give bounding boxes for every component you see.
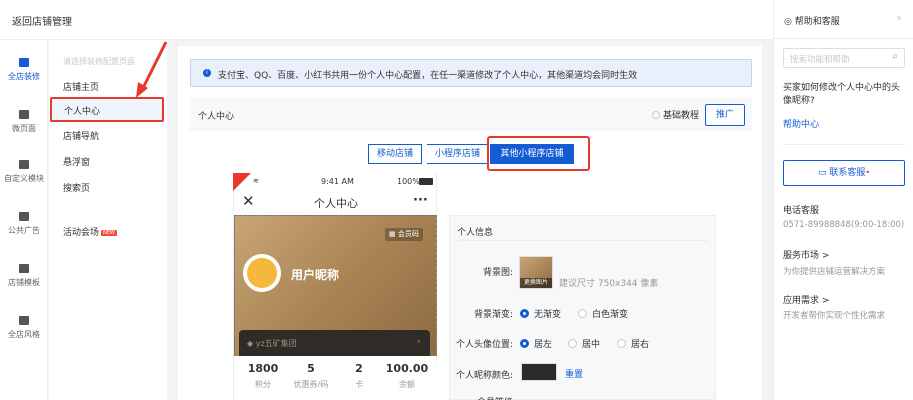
battery-icon xyxy=(419,178,433,185)
phone-page-title: 个人中心 xyxy=(314,197,358,210)
bg-label: 背景图: xyxy=(482,268,513,278)
help-divider xyxy=(783,144,905,145)
tab-mobile-store[interactable]: 移动店铺 xyxy=(368,144,422,164)
service-market-desc: 为你提供店铺运营解决方案 xyxy=(783,267,886,277)
card-name: ◆ yz五矿集团 xyxy=(247,339,297,348)
change-image-button[interactable]: 更换图片 xyxy=(520,278,552,288)
nav-custom-module[interactable]: 自定义模块 xyxy=(0,160,48,184)
top-bar: 返回店铺管理 xyxy=(0,0,773,40)
help-panel-title: ◎ 帮助和客服 xyxy=(784,17,840,27)
nickname: 用户昵称 xyxy=(291,268,340,282)
qr-icon: ▦ xyxy=(389,230,396,238)
info-icon: i xyxy=(203,69,211,77)
phone-service-label: 电话客服 xyxy=(783,206,820,216)
contact-service-button[interactable]: ▭ 联系客服• xyxy=(783,160,905,186)
back-to-shop-link[interactable]: 返回店铺管理 xyxy=(12,13,72,28)
panel-divider xyxy=(458,240,708,241)
phone-service-number: 0571-89988848(9:00-18:00) xyxy=(783,220,905,230)
stat-points[interactable]: 1800 积分 xyxy=(238,362,288,390)
app-demand-link[interactable]: 应用需求 > xyxy=(783,293,829,306)
more-icon[interactable]: ··· xyxy=(413,193,428,208)
tutorial-link[interactable]: 基础教程 xyxy=(652,108,699,121)
page-icon xyxy=(19,110,29,119)
section-title: 个人中心 xyxy=(198,112,235,122)
new-badge: NEW xyxy=(101,229,117,236)
notification-dot: • xyxy=(865,168,871,177)
avatar xyxy=(243,254,281,292)
tab-highlight xyxy=(487,136,590,171)
template-icon xyxy=(19,264,29,273)
reset-link[interactable]: 重置 xyxy=(565,367,583,380)
bg-size-hint: 建议尺寸 750x344 像素 xyxy=(559,279,659,289)
service-market-link[interactable]: 服务市场 > xyxy=(783,248,829,261)
nav-shop-template[interactable]: 店铺模板 xyxy=(0,264,48,288)
help-divider-top xyxy=(773,38,913,39)
avatar-right-radio[interactable]: 居右 xyxy=(617,337,649,350)
status-time: 9:41 AM xyxy=(321,177,354,186)
sub-item-float-window[interactable]: 悬浮窗 xyxy=(63,155,90,168)
nav-micro-page[interactable]: 微页面 xyxy=(0,110,48,134)
sub-nav-hint: 请选择装修配置页面 xyxy=(63,57,135,66)
nav-shop-style[interactable]: 全店风格 xyxy=(0,316,48,340)
tab-miniprogram-store[interactable]: 小程序店铺 xyxy=(427,144,489,164)
avatar-position-label: 个人头像位置: xyxy=(455,340,513,350)
diamond-icon: ◆ xyxy=(247,339,254,348)
annotation-arrow-left xyxy=(136,41,168,98)
nickname-color-label: 个人昵称颜色: xyxy=(455,371,513,381)
gradient-white-radio[interactable]: 白色渐变 xyxy=(578,307,628,320)
gradient-none-radio[interactable]: 无渐变 xyxy=(520,307,561,320)
nav-store-decoration[interactable]: 全店装修 xyxy=(0,58,48,82)
chat-icon: ▭ xyxy=(817,168,827,178)
sub-item-search[interactable]: 搜索页 xyxy=(63,181,90,194)
help-center-link[interactable]: 帮助中心 xyxy=(783,117,819,130)
close-icon[interactable]: ✕ xyxy=(242,193,255,209)
nickname-color-picker[interactable] xyxy=(521,363,557,381)
sub-item-shop-nav[interactable]: 店铺导航 xyxy=(63,129,99,142)
member-code-badge[interactable]: ▦ 会员码 xyxy=(385,228,423,241)
avatar-left-radio[interactable]: 居左 xyxy=(520,337,552,350)
search-icon[interactable]: ⌕ xyxy=(892,51,898,62)
sub-item-event-venue[interactable]: 活动会场 NEW xyxy=(63,225,117,238)
location-pin-icon: ◎ xyxy=(784,17,792,27)
ad-icon xyxy=(19,212,29,221)
brush-icon xyxy=(19,58,29,67)
gradient-label: 背景渐变: xyxy=(473,310,513,320)
avatar-center-radio[interactable]: 居中 xyxy=(568,337,600,350)
help-search[interactable]: 搜索功能和帮助 ⌕ xyxy=(783,48,905,68)
module-icon xyxy=(19,160,29,169)
stats-row: 1800 积分 5 优惠券/码 2卡 100.00 余额 xyxy=(234,362,437,400)
collapse-icon[interactable]: » xyxy=(896,13,902,24)
battery-text: 100% xyxy=(397,177,420,186)
shirt-icon xyxy=(19,316,29,325)
member-level-label: 会员等级 xyxy=(443,395,513,400)
bg-image-thumb[interactable]: 更换图片 xyxy=(519,256,553,289)
info-notice: i 支付宝、QQ、百度、小红书共用一份个人中心配置，在任一渠道修改了个人中心，其… xyxy=(190,59,752,87)
stat-cards[interactable]: 2卡 xyxy=(334,362,384,390)
chevron-right-icon: › xyxy=(417,337,421,347)
sub-item-home[interactable]: 店铺主页 xyxy=(63,80,99,93)
left-nav: 全店装修 微页面 自定义模块 公共广告 店铺模板 全店风格 xyxy=(0,40,48,400)
help-search-input[interactable]: 搜索功能和帮助 xyxy=(790,53,850,65)
help-question[interactable]: 买家如何修改个人中心中的头像昵称? xyxy=(783,82,907,108)
app-demand-desc: 开发者帮你实现个性化需求 xyxy=(783,311,886,321)
nav-public-ad[interactable]: 公共广告 xyxy=(0,212,48,236)
wifi-icon: ≋ xyxy=(253,177,259,185)
panel-title: 个人信息 xyxy=(457,228,494,238)
stat-coupons[interactable]: 5 优惠券/码 xyxy=(286,362,336,390)
tutorial-icon xyxy=(652,111,660,119)
stat-balance[interactable]: 100.00 余额 xyxy=(382,362,432,390)
promote-button[interactable]: 推广 xyxy=(705,104,745,126)
